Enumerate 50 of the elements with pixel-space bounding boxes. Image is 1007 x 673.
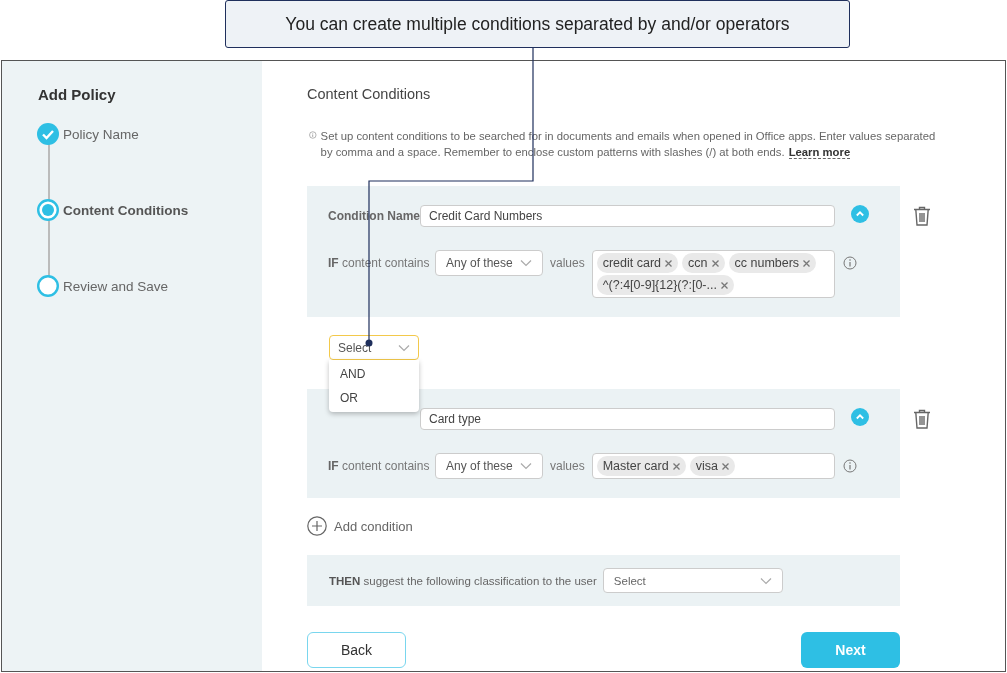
match-dropdown[interactable]: Any of these [435, 453, 543, 479]
menu-option[interactable]: OR [329, 386, 419, 410]
tag-text: credit card [602, 256, 662, 270]
info-icon [842, 256, 857, 270]
chevron-down-icon [759, 576, 772, 585]
remove-icon[interactable] [721, 462, 729, 470]
if-label: IF content contains [328, 458, 431, 473]
menu-option[interactable]: AND [329, 362, 419, 386]
tag-text: ^(?:4[0-9]{12}(?:[0-... [602, 278, 717, 292]
tag-text: visa [695, 459, 718, 473]
trash-icon[interactable] [913, 206, 931, 226]
collapse-icon[interactable] [851, 205, 869, 223]
remove-icon[interactable] [711, 259, 719, 267]
tag-text: ccn [688, 256, 708, 270]
chevron-down-icon [398, 343, 410, 352]
add-condition-link[interactable]: Add condition [334, 518, 413, 534]
then-label: THEN suggest the following classification to the user [329, 574, 597, 587]
info-icon [309, 128, 317, 142]
match-dropdown[interactable]: Any of these [435, 250, 543, 276]
values-field[interactable]: credit card ccn cc numbers ^(?:4[0-9]{12}(?:[0-... [591, 250, 835, 298]
condition-name-field[interactable]: Credit Card Numbers [420, 205, 835, 227]
sidebar-title: Add Policy [38, 86, 117, 103]
values-label: values [549, 255, 586, 270]
remove-icon[interactable] [672, 462, 680, 470]
values-label: values [549, 458, 586, 473]
callout-box: You can create multiple conditions separated by and/or operators [225, 0, 850, 48]
chevron-down-icon [520, 462, 532, 470]
plus-circle-icon[interactable] [307, 516, 327, 536]
step-label[interactable]: Policy Name [63, 126, 139, 142]
info-icon [842, 459, 857, 473]
learn-more-link[interactable]: Learn more [788, 146, 851, 159]
empty-step-icon [37, 275, 59, 297]
values-field[interactable]: Master card visa [591, 453, 835, 479]
remove-icon[interactable] [720, 281, 728, 289]
operator-dropdown[interactable]: Select [329, 335, 419, 360]
collapse-icon[interactable] [851, 408, 869, 426]
section-title: Content Conditions [307, 86, 432, 104]
remove-icon[interactable] [665, 259, 673, 267]
step-label[interactable]: Content Conditions [63, 202, 189, 218]
step-label[interactable]: Review and Save [63, 278, 169, 294]
chevron-down-icon [520, 259, 532, 267]
classification-dropdown[interactable]: Select [602, 568, 783, 593]
condition-name-field[interactable]: Card type [420, 408, 835, 430]
tag-text: cc numbers [734, 256, 800, 270]
check-circle-icon [37, 123, 59, 145]
trash-icon[interactable] [913, 409, 931, 429]
current-step-icon [37, 199, 59, 221]
tag-text: Master card [602, 459, 669, 473]
back-button[interactable]: Back [307, 632, 406, 668]
remove-icon[interactable] [803, 259, 811, 267]
